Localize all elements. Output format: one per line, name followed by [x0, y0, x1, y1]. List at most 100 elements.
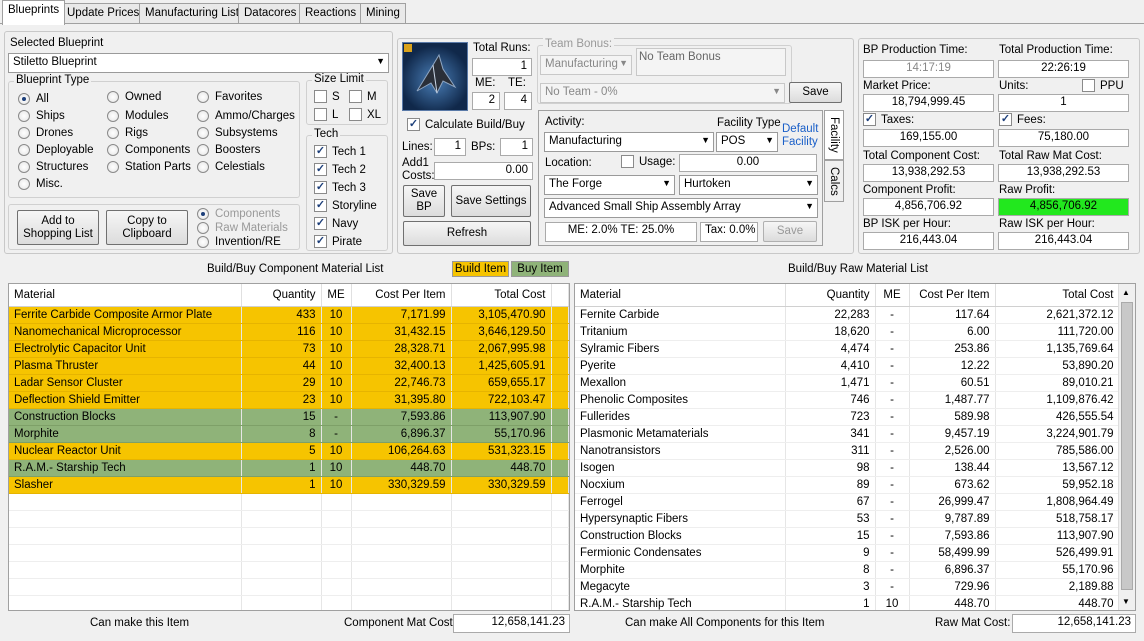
table-row[interactable]: Deflection Shield Emitter 23 10 31,395.80 72…: [9, 391, 569, 409]
facility-array-combo[interactable]: Advanced Small Ship Assembly Array ▼: [544, 198, 818, 218]
radio-components[interactable]: Components: [107, 144, 190, 156]
table-row[interactable]: Fermionic Condensates 9-58,499.99 526,499.…: [575, 544, 1120, 562]
checkbox-size-l[interactable]: L: [314, 108, 338, 121]
radio-ammo-charges[interactable]: Ammo/Charges: [197, 110, 295, 122]
checkbox-tech-2[interactable]: ✓ Tech 2: [314, 163, 366, 176]
te-input[interactable]: 4: [504, 92, 532, 110]
radio-station-parts[interactable]: Station Parts: [107, 161, 191, 173]
raw-material-grid[interactable]: Material Quantity ME Cost Per Item Total…: [574, 283, 1136, 611]
lines-input[interactable]: 1: [434, 138, 466, 156]
table-row[interactable]: Mexallon 1,471-60.51 89,010.21: [575, 374, 1120, 392]
tab-datacores[interactable]: Datacores: [238, 3, 303, 23]
tab-reactions[interactable]: Reactions: [299, 3, 363, 23]
table-row[interactable]: Phenolic Composites 746-1,487.77 1,109,876…: [575, 391, 1120, 409]
checkbox-navy[interactable]: ✓ Navy: [314, 217, 358, 230]
checkbox-tech-3[interactable]: ✓ Tech 3: [314, 181, 366, 194]
table-row[interactable]: Tritanium 18,620-6.00 111,720.00: [575, 323, 1120, 341]
team-select-combo[interactable]: No Team - 0% ▼: [540, 83, 785, 103]
region-combo[interactable]: The Forge ▼: [544, 175, 675, 195]
column-header-quantity[interactable]: Quantity: [785, 284, 876, 307]
column-header-cost-per-item[interactable]: Cost Per Item: [351, 284, 452, 307]
facility-type-combo[interactable]: POS ▼: [716, 132, 778, 152]
table-row[interactable]: Nocxium 89-673.62 59,952.18: [575, 476, 1120, 494]
checkbox-size-m[interactable]: M: [349, 90, 377, 103]
scrollbar-thumb[interactable]: [1121, 302, 1133, 590]
checkbox-pirate[interactable]: ✓ Pirate: [314, 235, 362, 248]
raw-grid-scrollbar[interactable]: ▲ ▼: [1118, 284, 1135, 610]
radio-modules[interactable]: Modules: [107, 110, 168, 122]
tab-update-prices[interactable]: Update Prices: [61, 3, 146, 23]
save-settings-button[interactable]: Save Settings: [451, 185, 531, 217]
table-row[interactable]: Ferrite Carbide Composite Armor Plate 433…: [9, 306, 569, 324]
table-row[interactable]: Ferrogel 67-26,999.47 1,808,964.49: [575, 493, 1120, 511]
table-row[interactable]: Isogen 98-138.44 13,567.12: [575, 459, 1120, 477]
team-save-button[interactable]: Save: [789, 82, 842, 103]
table-row[interactable]: Morphite 8-6,896.37 55,170.96: [9, 425, 569, 443]
checkbox-taxes[interactable]: ✓ Taxes:: [863, 113, 914, 126]
radio-copy-components[interactable]: Components: [197, 208, 280, 220]
column-header-material[interactable]: Material: [9, 284, 242, 307]
column-header-me[interactable]: ME: [875, 284, 910, 307]
me-input[interactable]: 2: [472, 92, 500, 110]
selected-blueprint-combo[interactable]: Stiletto Blueprint ▼: [8, 53, 389, 73]
copy-to-clipboard-button[interactable]: Copy to Clipboard: [106, 210, 188, 245]
table-row[interactable]: Plasmonic Metamaterials 341-9,457.19 3,224…: [575, 425, 1120, 443]
radio-owned[interactable]: Owned: [107, 91, 161, 103]
component-material-grid[interactable]: Material Quantity ME Cost Per Item Total…: [8, 283, 570, 611]
table-row[interactable]: Megacyte 3-729.96 2,189.88: [575, 578, 1120, 596]
scroll-up-icon[interactable]: ▲: [1122, 288, 1130, 297]
facility-save-button[interactable]: Save: [763, 221, 817, 242]
table-row[interactable]: Ladar Sensor Cluster 29 10 22,746.73 659,655…: [9, 374, 569, 392]
table-row[interactable]: Electrolytic Capacitor Unit 73 10 28,328.71…: [9, 340, 569, 358]
tab-calcs[interactable]: Calcs: [824, 160, 844, 202]
radio-all[interactable]: All: [18, 93, 49, 105]
table-row[interactable]: Fernite Carbide 22,283-117.64 2,621,372.12: [575, 306, 1120, 324]
column-header-cost-per-item[interactable]: Cost Per Item: [909, 284, 996, 307]
checkbox-fees[interactable]: ✓ Fees:: [999, 113, 1046, 126]
checkbox-calculate-build-buy[interactable]: ✓ Calculate Build/Buy: [407, 118, 525, 131]
table-row[interactable]: Nanotransistors 311-2,526.00 785,586.00: [575, 442, 1120, 460]
table-row[interactable]: Nanomechanical Microprocessor 116 10 31,432…: [9, 323, 569, 341]
team-activity-combo[interactable]: Manufacturing ▼: [540, 55, 632, 75]
radio-subsystems[interactable]: Subsystems: [197, 127, 278, 139]
column-header-me[interactable]: ME: [321, 284, 352, 307]
radio-favorites[interactable]: Favorites: [197, 91, 262, 103]
table-row[interactable]: R.A.M.- Starship Tech 1 10 448.70 448.70: [575, 595, 1120, 610]
tab-blueprints[interactable]: Blueprints: [2, 0, 66, 25]
refresh-button[interactable]: Refresh: [403, 221, 531, 246]
tab-manufacturing-list[interactable]: Manufacturing List: [139, 3, 245, 23]
checkbox-size-s[interactable]: S: [314, 90, 340, 103]
bps-input[interactable]: 1: [500, 138, 533, 156]
add-to-shopping-list-button[interactable]: Add to Shopping List: [17, 210, 99, 245]
table-row[interactable]: Morphite 8-6,896.37 55,170.96: [575, 561, 1120, 579]
table-row[interactable]: Plasma Thruster 44 10 32,400.13 1,425,605.91: [9, 357, 569, 375]
table-row[interactable]: Slasher 1 10 330,329.59 330,329.59: [9, 476, 569, 494]
radio-ships[interactable]: Ships: [18, 110, 65, 122]
radio-rigs[interactable]: Rigs: [107, 127, 148, 139]
total-runs-input[interactable]: 1: [472, 58, 532, 76]
add1-costs-input[interactable]: 0.00: [434, 162, 533, 180]
default-facility-link[interactable]: Default Facility: [782, 123, 820, 149]
checkbox-storyline[interactable]: ✓ Storyline: [314, 199, 377, 212]
table-row[interactable]: Hypersynaptic Fibers 53-9,787.89 518,758.1…: [575, 510, 1120, 528]
checkbox-usage[interactable]: Usage:: [621, 155, 675, 168]
table-row[interactable]: Sylramic Fibers 4,474-253.86 1,135,769.64: [575, 340, 1120, 358]
radio-boosters[interactable]: Boosters: [197, 144, 260, 156]
table-row[interactable]: Construction Blocks 15-7,593.86 113,907.90: [575, 527, 1120, 545]
radio-celestials[interactable]: Celestials: [197, 161, 265, 173]
save-bp-button[interactable]: Save BP: [403, 185, 445, 217]
radio-copy-raw-materials[interactable]: Raw Materials: [197, 222, 288, 234]
checkbox-tech-1[interactable]: ✓ Tech 1: [314, 145, 366, 158]
checkbox-size-xl[interactable]: XL: [349, 108, 381, 121]
table-row[interactable]: R.A.M.- Starship Tech 1 10 448.70 448.70: [9, 459, 569, 477]
column-header-total-cost[interactable]: Total Cost: [451, 284, 552, 307]
table-row[interactable]: Fullerides 723-589.98 426,555.54: [575, 408, 1120, 426]
table-row[interactable]: Pyerite 4,410-12.22 53,890.20: [575, 357, 1120, 375]
radio-deployable[interactable]: Deployable: [18, 144, 94, 156]
table-row[interactable]: Nuclear Reactor Unit 5 10 106,264.63 531,323…: [9, 442, 569, 460]
column-header-material[interactable]: Material: [575, 284, 786, 307]
tab-facility[interactable]: Facility: [824, 110, 844, 160]
radio-structures[interactable]: Structures: [18, 161, 88, 173]
radio-misc[interactable]: Misc.: [18, 178, 63, 190]
radio-copy-invention[interactable]: Invention/RE: [197, 236, 281, 248]
